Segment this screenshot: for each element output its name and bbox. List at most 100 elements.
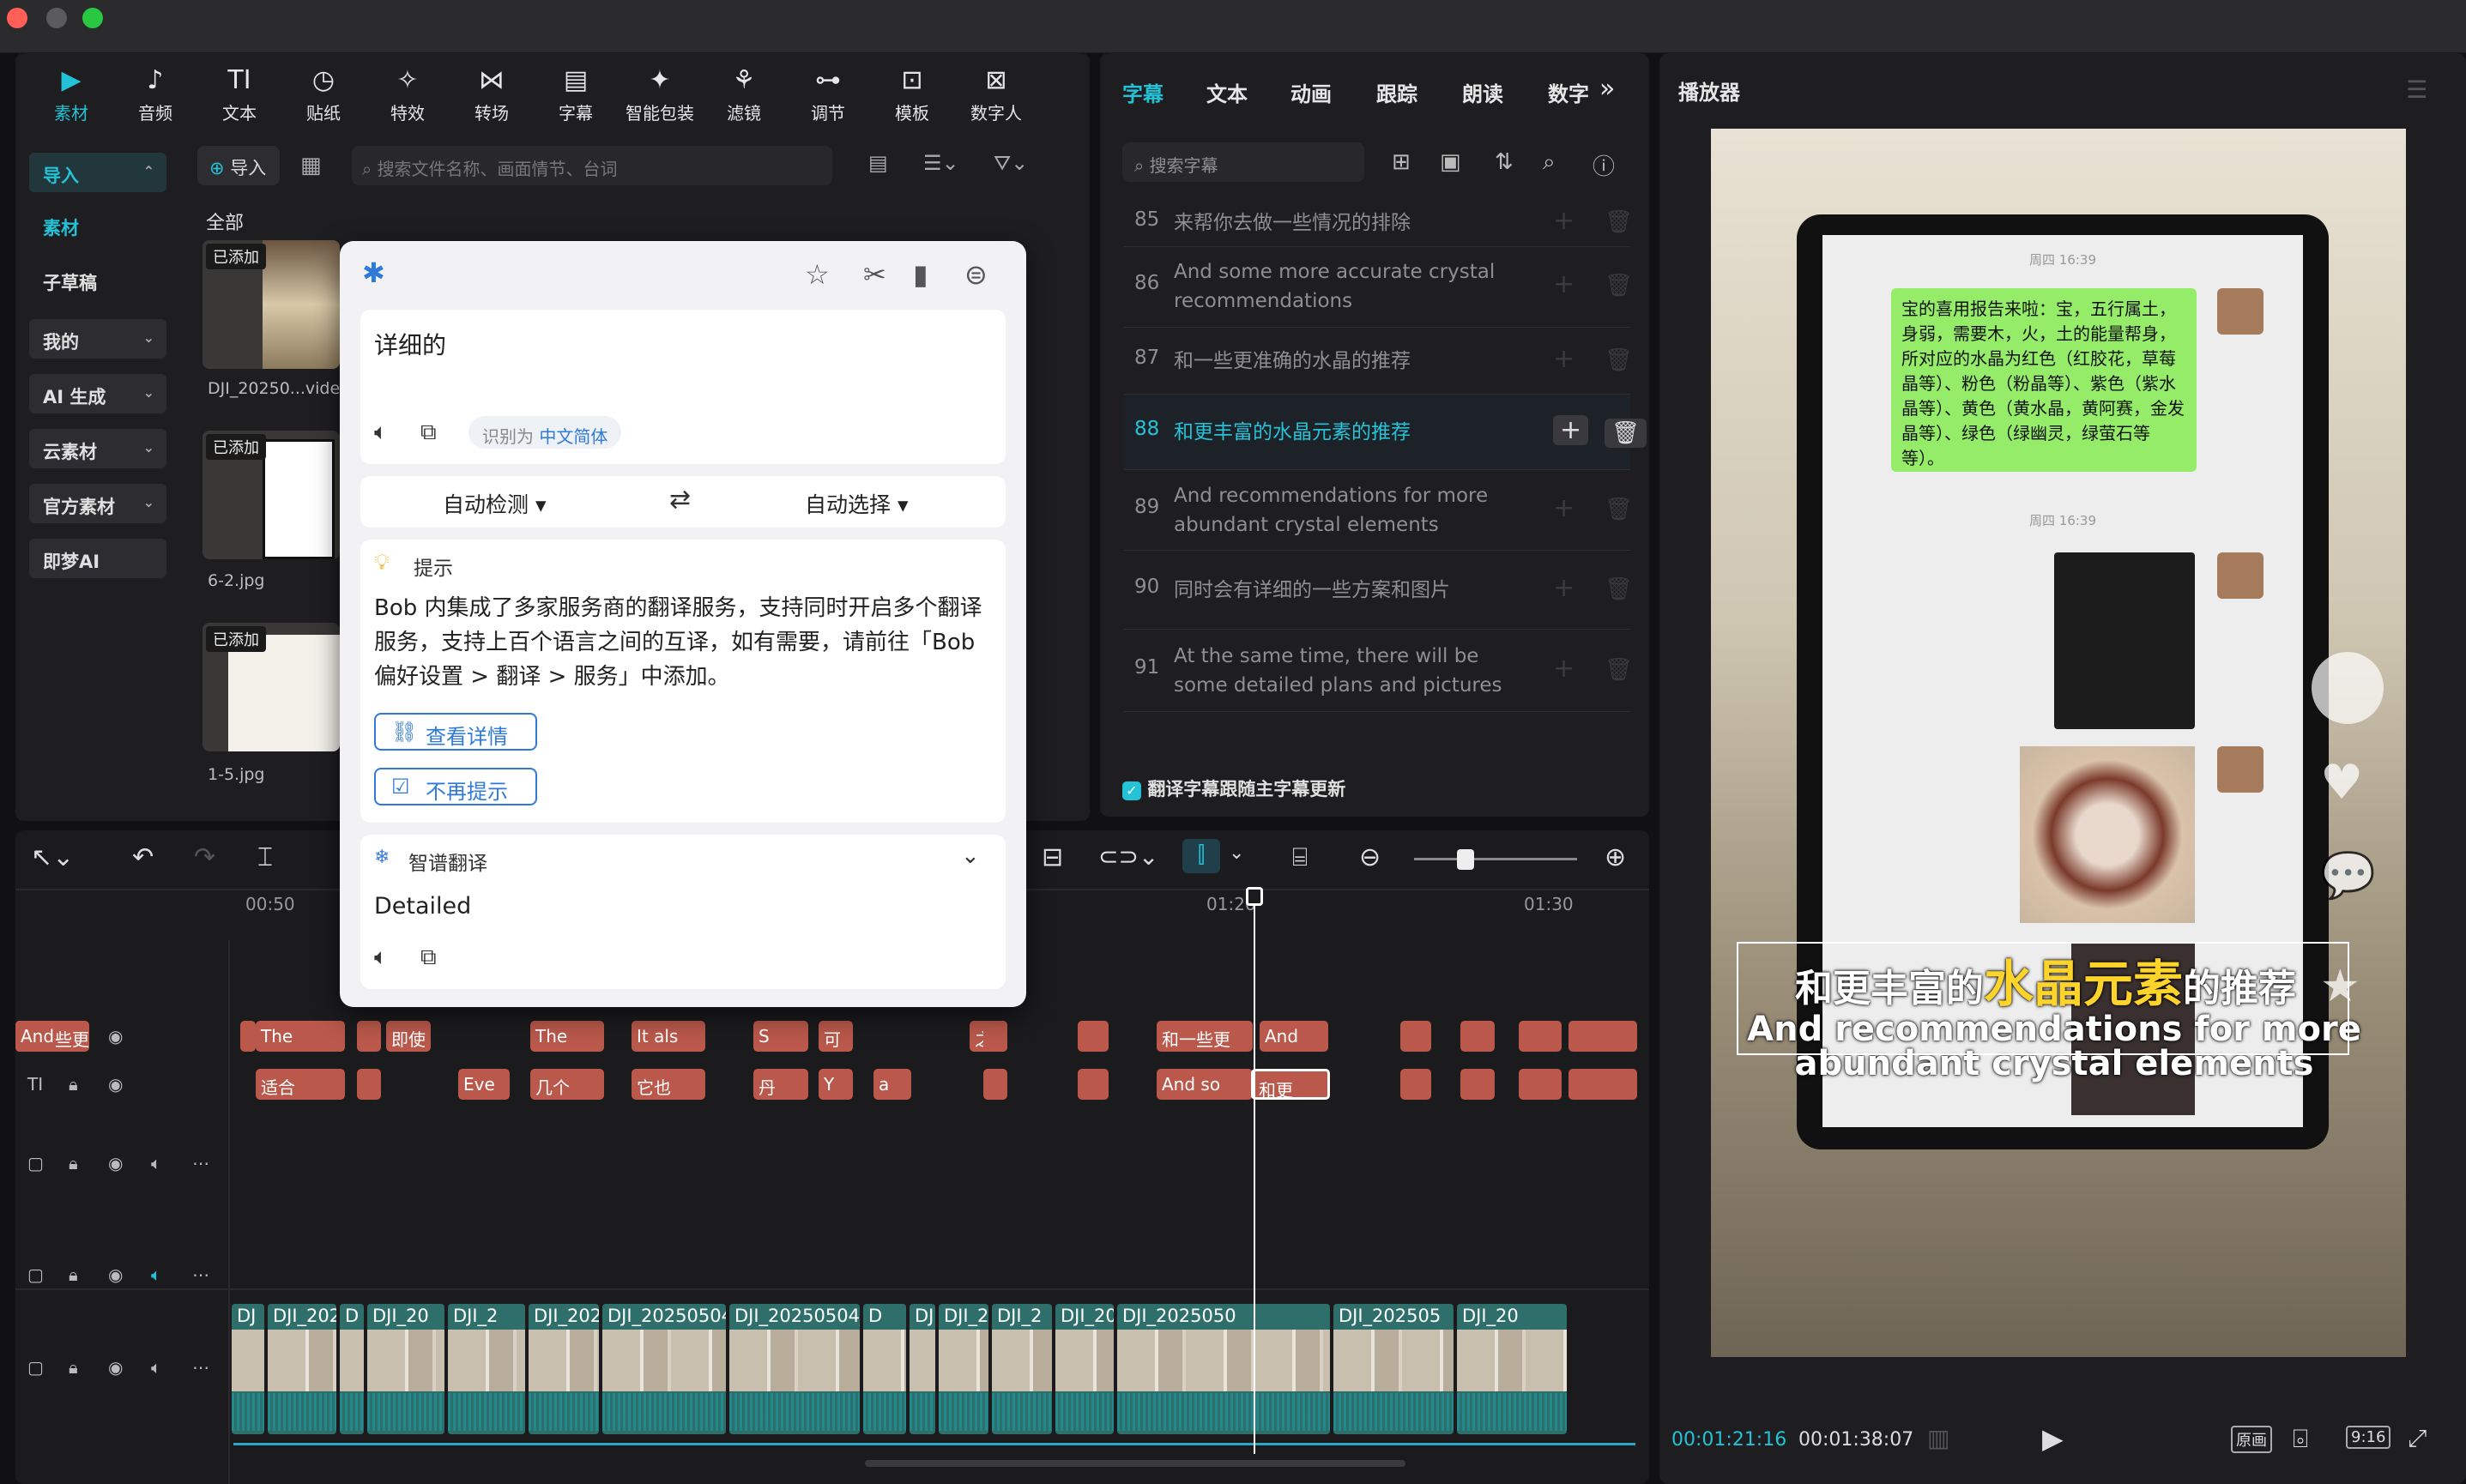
caption-row[interactable]: 91 At the same time, there will be some d… [1124,630,1633,712]
text-clip[interactable] [1568,1021,1637,1052]
tab-adjust[interactable]: ⊶ 调节 [791,62,865,130]
text-clip[interactable] [240,1021,256,1052]
text-clip[interactable] [983,1069,1007,1100]
delete-caption-icon[interactable]: 🗑︎ [1605,657,1633,683]
text-clip[interactable] [357,1069,381,1100]
text-clip[interactable]: The [530,1021,604,1052]
tab-animation[interactable]: 动画 [1290,77,1332,107]
caption-text[interactable]: And some more accurate crystal recommend… [1174,257,1534,316]
tab-smart-pack[interactable]: ✦ 智能包装 [623,62,697,130]
text-clip[interactable]: 可 [819,1021,853,1052]
video-clip[interactable]: DJI_202505 [1333,1304,1454,1434]
media-item-video[interactable]: 已添加 [202,240,340,369]
snap-icon[interactable]: ⫿ [1182,839,1220,873]
pin-icon[interactable]: ✱ [362,256,385,289]
to-language-select[interactable]: 自动选择 ▾ [805,488,909,519]
text-clip[interactable]: 即使 [386,1021,431,1052]
more-icon[interactable]: ⋯ [192,1264,209,1285]
menu-icon[interactable]: ☰ [2406,75,2427,104]
text-clip[interactable]: And [1260,1021,1328,1052]
add-caption-icon[interactable]: + [1553,206,1574,236]
add-caption-icon[interactable]: + [1553,573,1574,603]
source-text[interactable]: 详细的 [374,327,446,361]
sidebar-mine[interactable]: 我的 ⌄ [29,319,166,359]
filter-icon[interactable]: ⛛⌄ [994,151,1028,175]
redo-icon[interactable]: ↷ [194,842,215,872]
caption-search-input[interactable]: ⌕ 搜索字幕 [1122,142,1364,182]
tab-transition[interactable]: ⋈ 转场 [455,62,529,130]
zoom-window-button[interactable] [82,8,103,28]
translation-result[interactable]: Detailed [374,893,471,920]
tab-audio[interactable]: ♪ 音频 [118,62,192,130]
tab-tracking[interactable]: 跟踪 [1376,77,1417,107]
caption-text[interactable]: 和更丰富的水晶元素的推荐 [1174,418,1534,447]
swap-languages-icon[interactable]: ⇄ [669,485,691,515]
video-clip[interactable]: DJ [232,1304,264,1434]
aspect-ratio-button[interactable]: 9:16 [2346,1426,2391,1449]
video-clip[interactable]: DJI_202 [268,1304,336,1434]
sidebar-jimeng[interactable]: 即梦AI [29,539,166,578]
find-replace-icon[interactable]: ⌕ [1543,149,1556,176]
tab-text[interactable]: TI 文本 [202,62,276,130]
volume-icon[interactable]: 🔈︎ [151,1264,161,1285]
video-clip[interactable]: DJI_20 [939,1304,988,1434]
sidebar-import[interactable]: 导入 ⌃ [29,153,166,192]
preview-axis-icon[interactable]: ⌸ [1292,842,1308,872]
video-clip[interactable]: DJ [910,1304,935,1434]
waveform-icon[interactable]: ▥ [1927,1424,1949,1452]
more-tabs-icon[interactable]: » [1599,74,1615,104]
delete-caption-icon[interactable]: 🗑︎ [1605,576,1633,602]
grid-view-icon[interactable]: ▦ [300,153,322,178]
minimize-window-button[interactable] [46,8,67,28]
collapse-chevron-icon[interactable]: ⌄ [961,843,980,869]
tab-sticker[interactable]: ◷ 贴纸 [287,62,360,130]
play-icon[interactable]: ▶ [2042,1422,2064,1455]
split-icon[interactable]: ⌶ [257,842,273,872]
delete-caption-icon[interactable]: 🗑︎ [1605,497,1633,522]
fullscreen-icon[interactable]: ⤢ [2408,1424,2427,1453]
sidebar-draft[interactable]: 子草稿 [43,269,97,295]
close-window-button[interactable] [7,8,27,28]
align-icon[interactable]: ⊟ [1042,842,1063,872]
text-clip[interactable]: It als [632,1021,705,1052]
tab-read-aloud[interactable]: 朗读 [1462,77,1503,107]
text-clip[interactable] [1400,1069,1431,1100]
layout-icon[interactable]: ▤ [868,151,888,175]
scissors-icon[interactable]: ✂ [863,258,886,291]
eye-icon[interactable]: ◉ [108,1357,123,1378]
playhead[interactable] [1254,892,1255,1454]
caption-text[interactable]: At the same time, there will be some det… [1174,642,1534,700]
video-clip[interactable]: DJI_2 [448,1304,525,1434]
video-clip[interactable]: DJI_20250504_174121_108 [1055,1304,1114,1434]
add-caption-icon[interactable]: ⊞ [1392,149,1411,175]
lock-icon[interactable]: 🔒︎ [69,1153,78,1173]
text-clip[interactable]: S [753,1021,808,1052]
caption-row[interactable]: 90 同时会有详细的一些方案和图片 + 🗑︎ [1124,551,1633,630]
link-icon[interactable]: ⊂⊃⌄ [1098,842,1158,871]
lock-icon[interactable]: 🔒︎ [69,1357,78,1378]
delete-caption-icon[interactable]: 🗑︎ [1605,209,1633,235]
text-clip[interactable]: 和一些更 [1157,1021,1253,1052]
lock-icon[interactable]: 🔒︎ [69,1074,78,1095]
video-clip[interactable]: DJI_202 [529,1304,599,1434]
text-clip[interactable]: Eve [458,1069,510,1100]
import-button[interactable]: ⊕ 导入 [197,146,280,185]
text-clip[interactable]: 和更 [1251,1069,1330,1100]
text-clip[interactable]: And so [1157,1069,1253,1100]
chevron-down-icon[interactable]: ⌄ [1229,842,1244,864]
text-clip[interactable]: 几个 [530,1069,604,1100]
eye-icon[interactable]: ◉ [108,1153,123,1173]
settings-toggle-icon[interactable]: ⊜ [964,258,988,291]
tab-digital-human[interactable]: ⊠ 数字人 [959,62,1033,130]
text-clip[interactable]: 它也 [632,1069,705,1100]
caption-row[interactable]: 88 和更丰富的水晶元素的推荐 + 🗑︎ [1124,395,1647,470]
text-clip[interactable]: And [15,1021,55,1052]
speaker-icon[interactable]: 🔈︎ [374,944,388,971]
zoom-slider[interactable] [1414,858,1577,860]
tab-filter[interactable]: ⚘ 滤镜 [707,62,781,130]
sidebar-ai[interactable]: AI 生成 ⌄ [29,374,166,413]
tab-digital[interactable]: 数字 [1548,77,1593,107]
zoom-slider-thumb[interactable] [1457,849,1474,870]
delete-caption-icon[interactable]: 🗑︎ [1605,419,1647,448]
caption-text[interactable]: 和一些更准确的水晶的推荐 [1174,347,1534,376]
